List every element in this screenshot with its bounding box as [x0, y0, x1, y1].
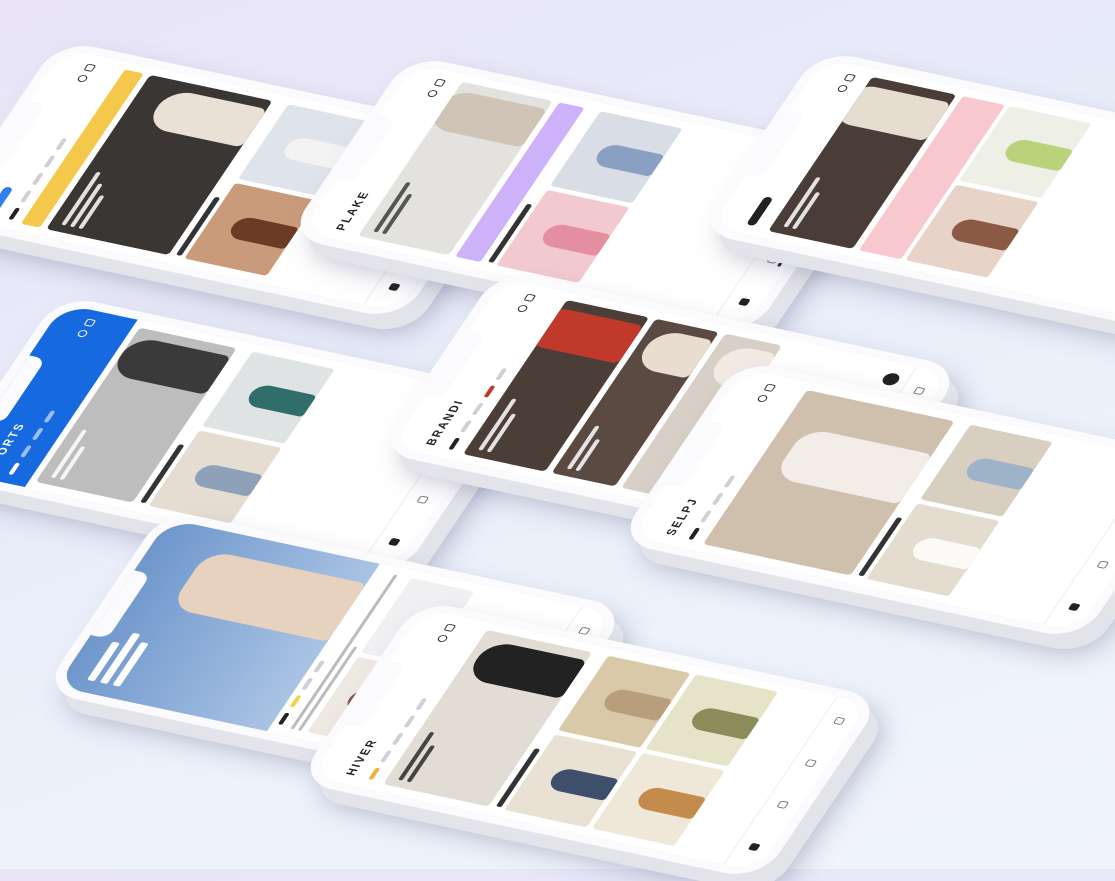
bag-icon[interactable] — [523, 293, 537, 302]
tab[interactable] — [8, 207, 21, 221]
category-icon[interactable] — [766, 255, 780, 265]
tab[interactable] — [31, 427, 44, 441]
tab[interactable] — [277, 712, 290, 725]
category-icon[interactable] — [1096, 560, 1110, 570]
bag-icon[interactable] — [443, 623, 457, 632]
search-icon[interactable] — [756, 394, 769, 403]
model-photo — [464, 640, 587, 699]
home-icon[interactable] — [387, 537, 401, 546]
model-photo — [772, 427, 933, 505]
tab[interactable] — [31, 172, 44, 186]
search-icon[interactable] — [426, 89, 439, 98]
tab[interactable] — [459, 420, 473, 433]
tab[interactable] — [415, 697, 428, 711]
chat-button[interactable] — [879, 371, 903, 387]
category-icon[interactable] — [416, 495, 430, 505]
phone-screen: HIVER — [310, 608, 870, 872]
bag-icon[interactable] — [433, 78, 447, 87]
search-icon[interactable] — [836, 84, 849, 93]
tab[interactable] — [313, 660, 326, 673]
tab[interactable] — [301, 677, 314, 691]
tab[interactable] — [368, 767, 381, 781]
tab[interactable] — [723, 475, 736, 488]
tab[interactable] — [403, 715, 416, 728]
tab[interactable] — [55, 137, 68, 151]
home-icon[interactable] — [1067, 602, 1081, 611]
search-icon[interactable] — [516, 304, 529, 313]
tab[interactable] — [495, 367, 508, 381]
tab[interactable] — [448, 437, 461, 451]
home-icon[interactable] — [747, 842, 761, 851]
category-icon[interactable] — [776, 800, 790, 810]
tab[interactable] — [391, 732, 404, 746]
heart-icon[interactable] — [804, 758, 818, 768]
tab[interactable] — [19, 190, 33, 203]
tab[interactable] — [289, 695, 302, 708]
tab[interactable] — [483, 385, 496, 398]
user-icon[interactable] — [912, 386, 926, 396]
model-photo — [108, 335, 232, 395]
bag-icon[interactable] — [843, 73, 857, 82]
bottom-nav — [1043, 456, 1115, 632]
home-icon[interactable] — [387, 282, 401, 291]
tab[interactable] — [43, 155, 56, 168]
tab[interactable] — [19, 445, 33, 458]
bag-icon[interactable] — [763, 383, 777, 392]
search-icon[interactable] — [76, 329, 89, 338]
tab[interactable] — [379, 750, 393, 763]
bag-icon[interactable] — [83, 318, 97, 327]
tab[interactable] — [699, 510, 713, 523]
tab[interactable] — [688, 527, 701, 541]
bag-icon[interactable] — [83, 63, 97, 72]
user-icon[interactable] — [832, 716, 846, 726]
search-icon[interactable] — [76, 74, 89, 83]
search-icon[interactable] — [436, 634, 449, 643]
home-icon[interactable] — [737, 297, 751, 306]
model-photo — [144, 88, 267, 148]
app-mockup-collage: PLAKE SPORTS BRANDI SELPJ HIVER — [0, 0, 1115, 881]
tab[interactable] — [43, 410, 56, 423]
tab[interactable] — [8, 462, 21, 476]
tab[interactable] — [711, 492, 724, 506]
tab[interactable] — [471, 402, 484, 416]
